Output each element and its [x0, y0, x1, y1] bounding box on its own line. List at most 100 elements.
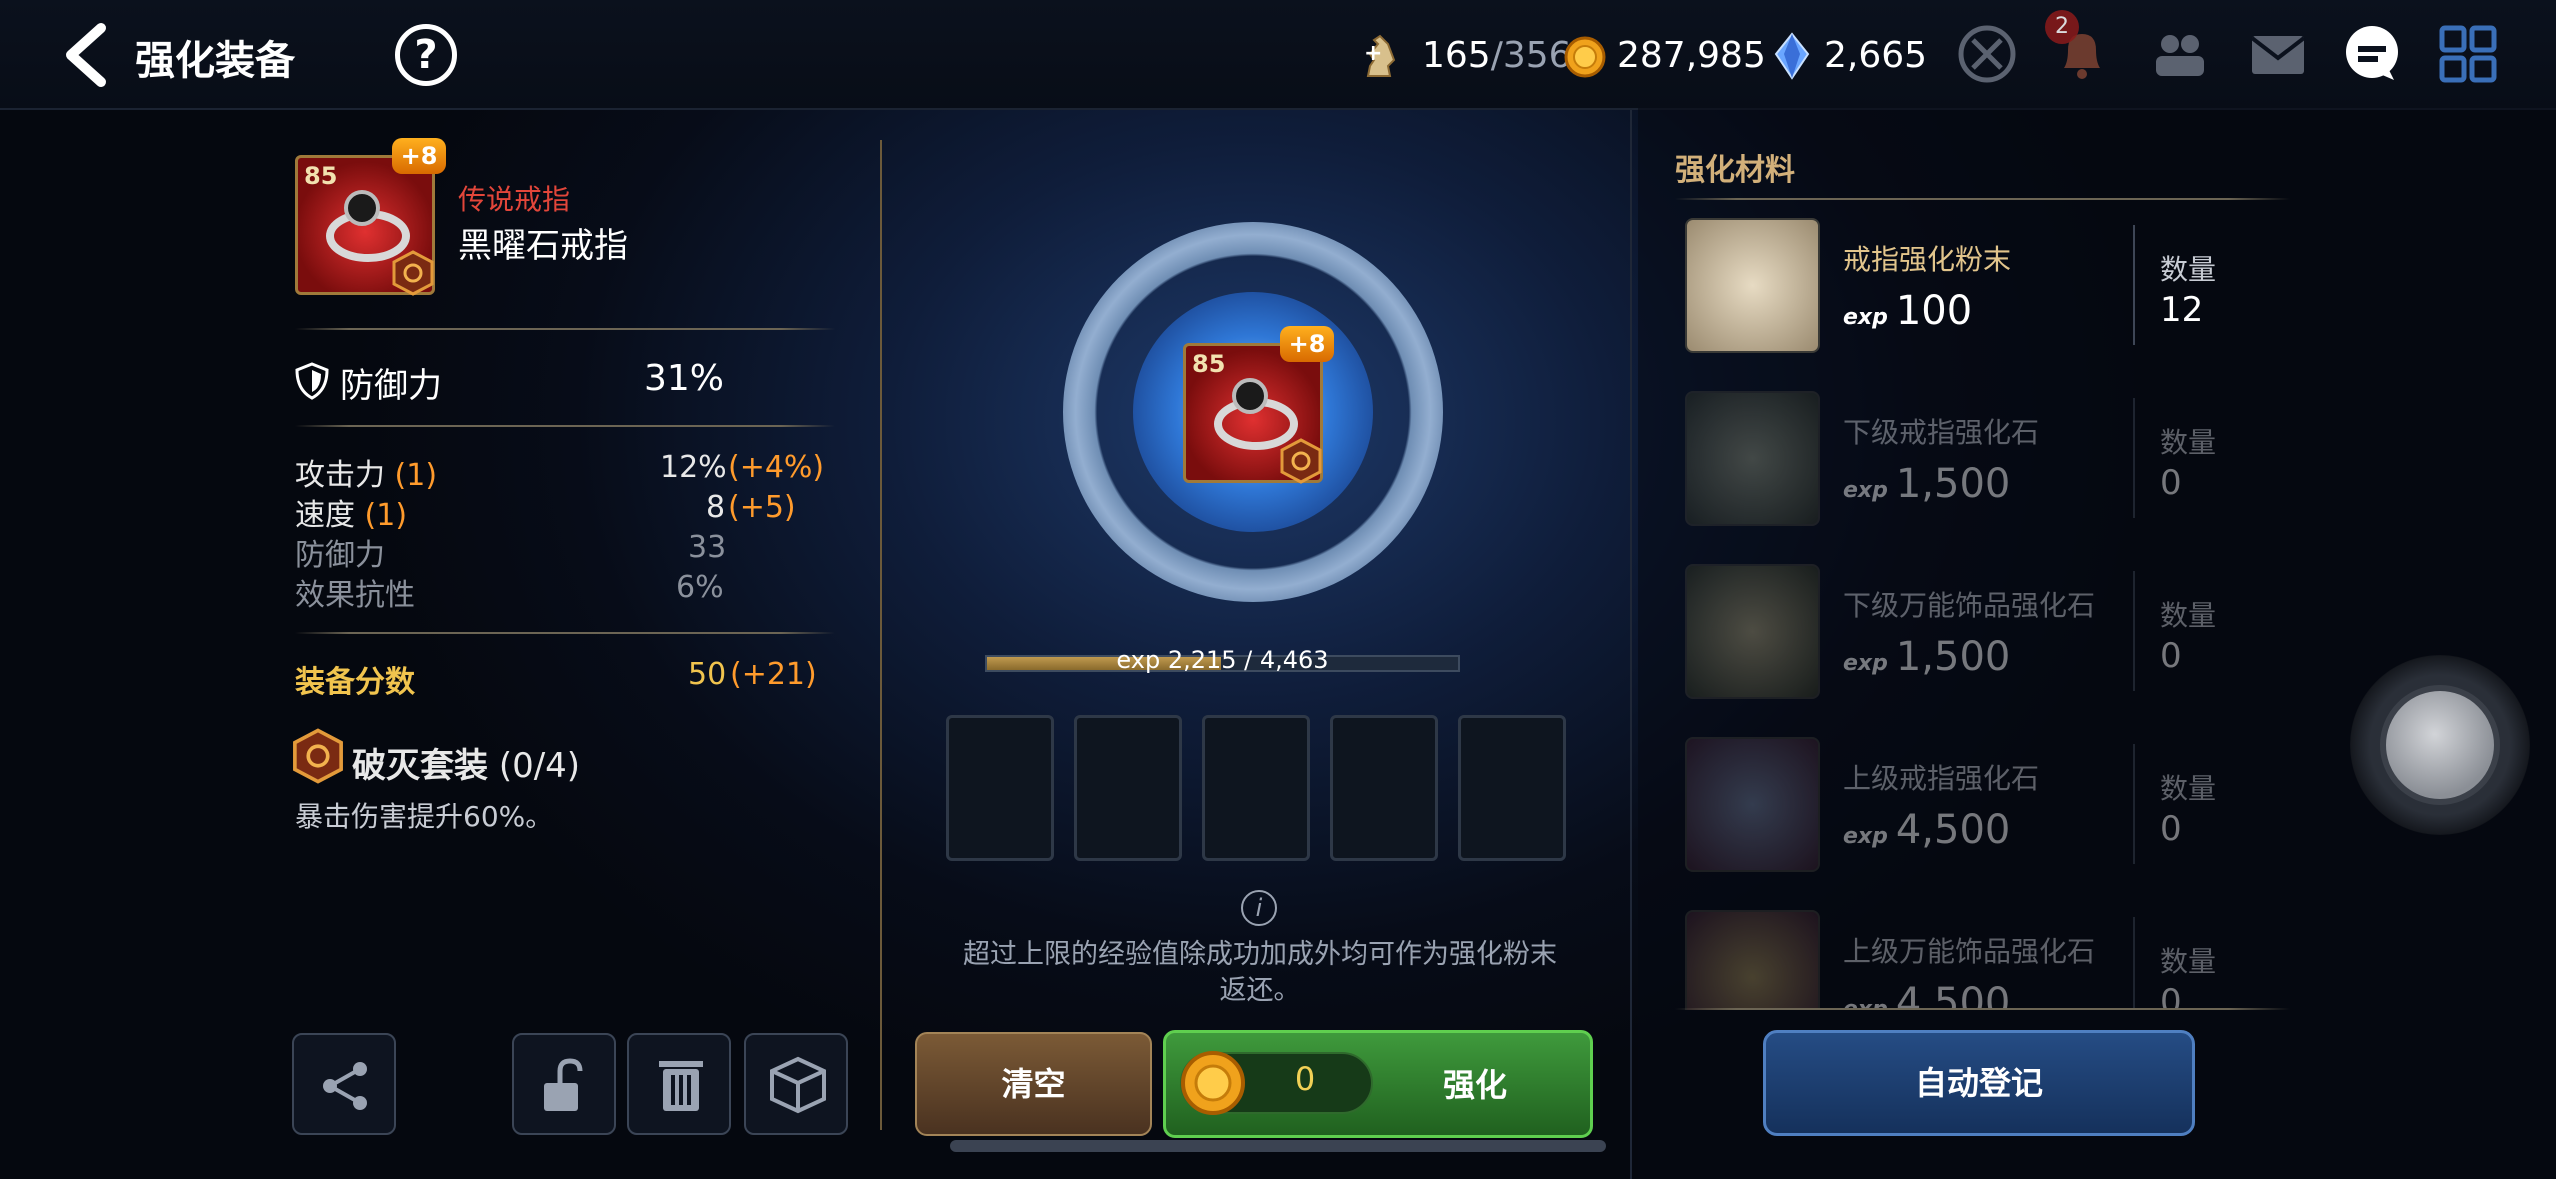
gold-coin-icon: [1181, 1051, 1245, 1115]
lock-button[interactable]: [512, 1033, 616, 1135]
battle-swords-icon[interactable]: [1955, 22, 2019, 86]
materials-title: 强化材料: [1675, 153, 1795, 188]
chat-icon[interactable]: [2340, 22, 2404, 86]
set-effect: 暴击伤害提升60%。: [295, 800, 554, 833]
enhance-cost: 0: [1294, 1060, 1316, 1098]
divider: [295, 632, 835, 634]
mail-icon[interactable]: [2246, 22, 2310, 86]
share-icon: [323, 1062, 367, 1110]
reforge-button[interactable]: [744, 1033, 848, 1135]
material-exp: exp 100: [1843, 288, 1973, 334]
set-progress: (0/4): [498, 746, 581, 786]
delete-button[interactable]: [627, 1033, 731, 1135]
quantity-label: 数量: [2160, 426, 2217, 459]
divider: [2133, 225, 2135, 345]
joystick-knob[interactable]: [2380, 685, 2500, 805]
substat-value: 6%: [676, 570, 724, 605]
list-item[interactable]: 下级万能饰品强化石 exp 1,500 数量 0: [1655, 556, 2315, 706]
gear-score-value: 50: [688, 657, 727, 692]
set-emblem-icon: [1280, 438, 1322, 484]
trash-icon: [659, 1061, 703, 1111]
crystal-counter[interactable]: 2,665: [1770, 30, 1927, 80]
material-slot[interactable]: [1202, 715, 1310, 861]
item-name: 黑曜石戒指: [458, 226, 628, 266]
material-slot[interactable]: [1074, 715, 1182, 861]
stamina-current: 165: [1422, 34, 1491, 76]
crystal-gem-icon: [1774, 32, 1810, 80]
page-title: 强化装备: [135, 38, 295, 84]
shield-icon: [295, 362, 329, 400]
list-item[interactable]: 上级戒指强化石 exp 4,500 数量 0: [1655, 729, 2315, 879]
panel-divider: [880, 140, 882, 1130]
stamina-max: /356: [1490, 34, 1572, 76]
set-emblem-icon: [293, 728, 343, 784]
friends-icon[interactable]: [2148, 22, 2212, 86]
equipment-icon[interactable]: 85: [295, 155, 435, 296]
stamina-counter[interactable]: + 165/356: [1358, 30, 1572, 80]
quantity-label: 数量: [2160, 772, 2217, 805]
substat-label: 效果抗性: [295, 578, 415, 613]
clear-button[interactable]: 清空: [915, 1032, 1152, 1136]
gold-value: 287,985: [1617, 34, 1766, 76]
divider: [2133, 571, 2135, 691]
material-exp: exp 4,500: [1843, 980, 2011, 1010]
target-equipment-icon: 85: [1183, 343, 1323, 484]
divider: [2133, 398, 2135, 518]
substat-value: 33: [688, 530, 727, 565]
horizontal-scrollbar[interactable]: [950, 1140, 1606, 1152]
gold-counter[interactable]: 287,985: [1563, 30, 1766, 80]
exp-text: exp 2,215 / 4,463: [1116, 646, 1329, 674]
gear-score-bonus: (+21): [730, 657, 817, 692]
substat-row: 攻击力 (1): [295, 450, 437, 494]
divider: [1675, 198, 2290, 200]
gold-coin-icon: [1564, 36, 1606, 78]
material-exp: exp 4,500: [1843, 807, 2011, 853]
substat-row: 速度 (1): [295, 490, 407, 534]
substat-label: 速度: [295, 498, 355, 533]
dice-icon: [770, 1056, 826, 1114]
substat-value: 8: [706, 490, 726, 525]
enhance-level-badge: +8: [392, 138, 446, 174]
material-name: 上级戒指强化石: [1843, 762, 2040, 795]
panel-border: [1630, 110, 1632, 1179]
auto-register-button[interactable]: 自动登记: [1763, 1030, 2195, 1136]
info-icon[interactable]: i: [1241, 890, 1277, 926]
material-name: 下级万能饰品强化石: [1843, 589, 2096, 622]
quantity-value: 0: [2160, 809, 2182, 849]
material-slot[interactable]: [1458, 715, 1566, 861]
set-name: 破灭套装: [352, 746, 488, 786]
material-slot[interactable]: [1330, 715, 1438, 861]
material-name: 下级戒指强化石: [1843, 416, 2040, 449]
divider: [2133, 917, 2135, 1010]
substat-bonus: (+4%): [728, 450, 825, 485]
material-exp: exp 1,500: [1843, 461, 2011, 507]
notification-badge: 2: [2045, 10, 2079, 44]
ring-powder-icon: [1685, 218, 1820, 353]
list-item[interactable]: 上级万能饰品强化石 exp 4,500 数量 0: [1655, 902, 2315, 1010]
quantity-value: 0: [2160, 636, 2182, 676]
enhance-label: 强化: [1442, 1066, 1507, 1104]
quantity-label: 数量: [2160, 945, 2217, 978]
main-stat-value: 31%: [644, 358, 725, 399]
list-item[interactable]: 下级戒指强化石 exp 1,500 数量 0: [1655, 383, 2315, 533]
set-row[interactable]: 破灭套装 (0/4): [352, 738, 580, 787]
material-name: 戒指强化粉末: [1843, 243, 2012, 276]
set-emblem-icon: [392, 250, 434, 296]
quantity-value: 0: [2160, 463, 2182, 503]
substat-roll: (1): [364, 498, 408, 533]
substat-label: 攻击力: [295, 458, 385, 493]
material-slot[interactable]: [946, 715, 1054, 861]
divider: [1675, 1008, 2290, 1010]
overflow-note: 超过上限的经验值除成功加成外均可作为强化粉末返还。: [963, 939, 1557, 1006]
help-icon[interactable]: ?: [395, 24, 457, 86]
quantity-value: 12: [2160, 290, 2204, 330]
lower-ring-stone-icon: [1685, 391, 1820, 526]
materials-list[interactable]: 戒指强化粉末 exp 100 数量 12 下级戒指强化石 exp 1,500 数量 …: [1655, 210, 2315, 1010]
menu-grid-icon[interactable]: [2436, 22, 2500, 86]
back-arrow-icon[interactable]: [56, 20, 116, 90]
item-rarity: 传说戒指: [458, 183, 571, 216]
crystal-value: 2,665: [1824, 34, 1928, 76]
material-name: 上级万能饰品强化石: [1843, 935, 2096, 968]
share-button[interactable]: [292, 1033, 396, 1135]
list-item[interactable]: 戒指强化粉末 exp 100 数量 12: [1655, 210, 2315, 360]
